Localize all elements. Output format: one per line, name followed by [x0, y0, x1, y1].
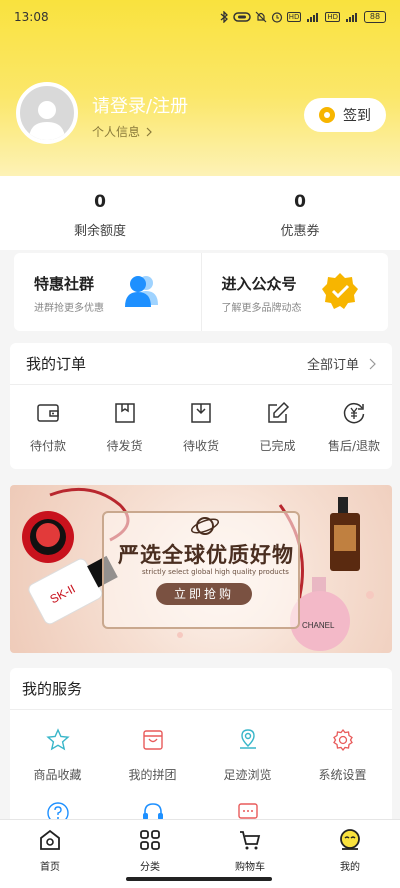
- verified-badge-icon: [321, 273, 358, 309]
- service-label: 系统设置: [318, 768, 367, 782]
- home-indicator[interactable]: [126, 877, 272, 881]
- services-grid: 商品收藏 我的拼团 足迹浏览 系统设置: [10, 710, 392, 828]
- promo-cards: 特惠社群 进群抢更多优惠 进入公众号 了解更多品牌动态: [14, 253, 388, 331]
- my-orders-card: 我的订单 全部订单 待付款 待发货 待收货 已完成 售后/退款: [10, 343, 392, 469]
- battery-icon: 88: [364, 11, 386, 23]
- all-orders-label: 全部订单: [306, 358, 359, 373]
- avatar-placeholder-icon: [29, 101, 65, 140]
- planet-icon: [190, 517, 220, 535]
- tab-home[interactable]: 首页: [0, 820, 100, 888]
- service-favorites[interactable]: 商品收藏: [10, 728, 105, 783]
- brand-label-chanel: CHANEL: [302, 621, 335, 630]
- login-register-link[interactable]: 请登录/注册: [92, 92, 188, 118]
- order-status-row: 待付款 待发货 待收货 已完成 售后/退款: [10, 385, 392, 454]
- status-bar: 13:08 HD HD 88: [0, 0, 400, 34]
- stat-label: 优惠券: [280, 223, 320, 239]
- order-label: 已完成: [259, 439, 296, 453]
- stat-value: 0: [294, 191, 306, 212]
- signal-5g-icon: [344, 11, 360, 23]
- promo-official-account[interactable]: 进入公众号 了解更多品牌动态: [200, 253, 389, 331]
- all-orders-link[interactable]: 全部订单: [307, 354, 376, 373]
- cart-icon: [240, 831, 261, 850]
- coin-icon: [319, 107, 335, 123]
- bluetooth-icon: [219, 11, 229, 23]
- hd-badge-2: HD: [325, 12, 340, 22]
- tab-label: 首页: [40, 862, 60, 873]
- services-header: 我的服务: [10, 668, 392, 710]
- signal-4g-icon: [305, 11, 321, 23]
- order-completed[interactable]: 已完成: [240, 401, 316, 454]
- tab-label: 购物车: [235, 862, 265, 873]
- stat-remaining-quota[interactable]: 0 剩余额度: [0, 176, 200, 250]
- order-label: 待收货: [182, 439, 219, 453]
- promo-title: 特惠社群: [34, 275, 95, 293]
- service-history[interactable]: 足迹浏览: [200, 728, 295, 783]
- group-icon: [125, 276, 158, 307]
- home-icon: [40, 829, 60, 850]
- status-time: 13:08: [14, 10, 49, 24]
- personal-info-link[interactable]: 个人信息: [92, 123, 152, 140]
- account-stats: 0 剩余额度 0 优惠券: [0, 176, 400, 250]
- chevron-right-icon: [146, 127, 152, 136]
- settings-icon: [332, 728, 353, 752]
- alarm-icon: [271, 11, 283, 23]
- chevron-right-icon: [369, 358, 376, 369]
- checkin-label: 签到: [343, 108, 371, 124]
- personal-info-label: 个人信息: [92, 125, 141, 139]
- tab-profile[interactable]: 我的: [300, 820, 400, 888]
- refund-icon: [343, 402, 365, 424]
- stat-label: 剩余额度: [73, 223, 126, 239]
- order-pending-shipment[interactable]: 待发货: [87, 401, 163, 454]
- wallet-icon: [37, 404, 59, 422]
- banner-title: 严选全球优质好物: [118, 543, 294, 567]
- order-label: 售后/退款: [327, 439, 381, 453]
- stat-coupons[interactable]: 0 优惠券: [200, 176, 400, 250]
- promo-subtitle: 了解更多品牌动态: [221, 303, 302, 314]
- promo-title: 进入公众号: [221, 275, 297, 293]
- service-label: 商品收藏: [33, 768, 82, 782]
- orders-title: 我的订单: [26, 355, 87, 373]
- banner-subtitle: strictly select global high quality prod…: [142, 568, 289, 576]
- stat-value: 0: [94, 191, 106, 212]
- location-icon: [239, 729, 256, 749]
- service-settings[interactable]: 系统设置: [295, 728, 390, 783]
- hd-badge-1: HD: [286, 12, 302, 22]
- grid-icon: [140, 830, 160, 850]
- promo-community[interactable]: 特惠社群 进群抢更多优惠: [14, 253, 201, 331]
- promo-subtitle: 进群抢更多优惠: [34, 303, 104, 314]
- status-icons: HD HD 88: [219, 11, 386, 23]
- link-icon: [232, 11, 251, 23]
- service-group-buy[interactable]: 我的拼团: [105, 728, 200, 783]
- checkin-button[interactable]: 签到: [304, 98, 386, 132]
- profile-icon: [340, 829, 360, 850]
- order-label: 待发货: [106, 439, 143, 453]
- order-after-sales[interactable]: 售后/退款: [316, 401, 392, 454]
- order-pending-receipt[interactable]: 待收货: [163, 401, 239, 454]
- mute-bell-icon: [255, 11, 267, 23]
- service-label: 足迹浏览: [223, 768, 272, 782]
- orders-header: 我的订单 全部订单: [10, 343, 392, 385]
- buy-now-button[interactable]: 立即抢购: [156, 583, 252, 605]
- promo-banner[interactable]: SK-II CHANEL 严选全球优质好物 strictly select gl…: [10, 485, 392, 653]
- order-pending-payment[interactable]: 待付款: [10, 401, 86, 454]
- edit-icon: [267, 401, 289, 423]
- service-label: 我的拼团: [128, 768, 177, 782]
- avatar[interactable]: [16, 82, 78, 144]
- order-label: 待付款: [29, 439, 66, 453]
- box-icon: [191, 403, 211, 423]
- shopping-bag-icon: [142, 730, 163, 750]
- tab-label: 我的: [340, 862, 360, 873]
- star-icon: [45, 728, 70, 751]
- tab-label: 分类: [140, 862, 160, 873]
- my-services-card: 我的服务 商品收藏 我的拼团 足迹浏览 系统设置: [10, 668, 392, 828]
- services-title: 我的服务: [22, 680, 83, 698]
- package-icon: [114, 403, 135, 423]
